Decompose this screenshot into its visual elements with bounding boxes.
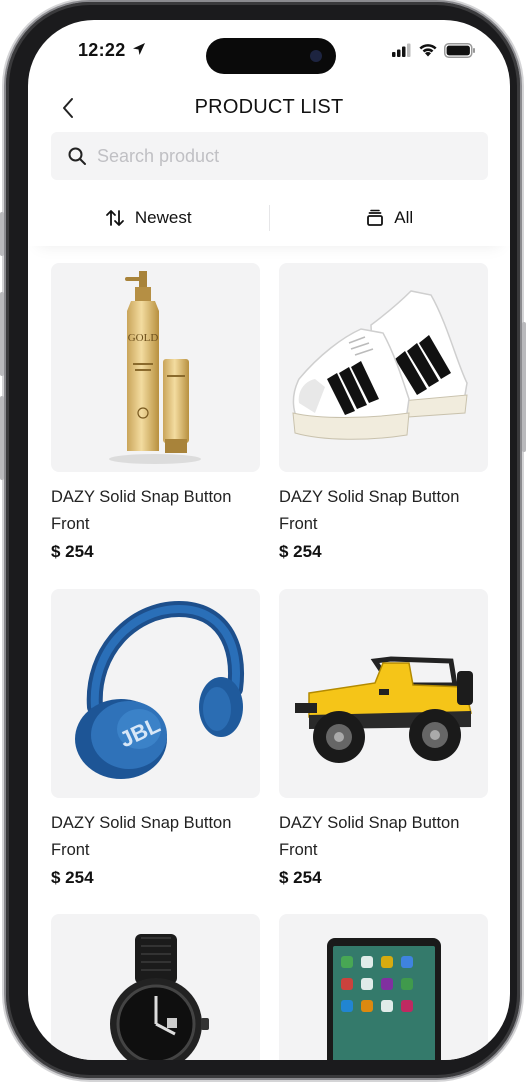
tablet-image (327, 938, 441, 1060)
status-bar: 12:22 (28, 20, 510, 80)
product-price: $ 254 (279, 542, 322, 561)
bottle-brand-text: GOLD (128, 332, 159, 344)
sneakers-image (292, 290, 468, 440)
product-name: DAZY Solid Snap Button Front (51, 814, 232, 859)
category-label: All (394, 208, 414, 227)
layers-icon (367, 209, 384, 226)
filter-bar: Newest All (28, 190, 510, 246)
status-time: 12:22 (78, 40, 126, 60)
product-name: DAZY Solid Snap Button Front (279, 814, 460, 859)
camera-dot (310, 50, 322, 62)
product-image (51, 914, 260, 1060)
toy-jeep-image (295, 656, 473, 763)
product-price: $ 254 (51, 868, 94, 887)
search-input[interactable] (97, 145, 457, 167)
phone-frame: 12:22 PRODUCT LIST Search product Newest… (0, 2, 526, 1078)
product-card[interactable]: GOLD DAZY Solid Snap Button Front $ 254 (51, 263, 260, 562)
product-image: GOLD (51, 263, 260, 472)
volume-up-button (0, 292, 4, 376)
cellular-signal-icon (392, 43, 411, 57)
product-image (279, 263, 488, 472)
action-button (0, 212, 4, 256)
power-button (522, 322, 526, 452)
sort-label: Newest (134, 208, 192, 227)
battery-icon (444, 42, 475, 58)
search-bar[interactable] (51, 132, 488, 180)
sort-newest-button[interactable]: Newest (28, 190, 269, 246)
sort-arrows-icon (106, 210, 124, 226)
product-card[interactable] (51, 914, 260, 1060)
wifi-icon (419, 44, 437, 57)
product-price: $ 254 (51, 542, 94, 561)
product-name: DAZY Solid Snap Button Front (51, 488, 232, 533)
product-card[interactable]: DAZY Solid Snap Button Front $ 254 (279, 263, 488, 562)
search-icon (68, 147, 86, 165)
location-arrow-icon (133, 43, 145, 55)
dynamic-island (206, 38, 336, 74)
volume-down-button (0, 396, 4, 480)
product-card[interactable]: JBL DAZY Solid Snap Button Front $ 254 (51, 589, 260, 888)
product-price: $ 254 (279, 868, 322, 887)
cosmetic-bottles-image: GOLD (109, 271, 201, 464)
product-image (279, 589, 488, 798)
wristwatch-image (110, 934, 209, 1060)
product-image: JBL (51, 589, 260, 798)
page-title: PRODUCT LIST (194, 96, 344, 118)
category-all-button[interactable]: All (270, 190, 511, 246)
headphones-image: JBL (75, 600, 244, 779)
app-screen: 12:22 PRODUCT LIST Search product Newest… (28, 20, 510, 1060)
product-image (279, 914, 488, 1060)
status-icons (392, 42, 476, 58)
product-card[interactable]: DAZY Solid Snap Button Front $ 254 (279, 589, 488, 888)
product-name: DAZY Solid Snap Button Front (279, 488, 460, 533)
product-card[interactable] (279, 914, 488, 1060)
